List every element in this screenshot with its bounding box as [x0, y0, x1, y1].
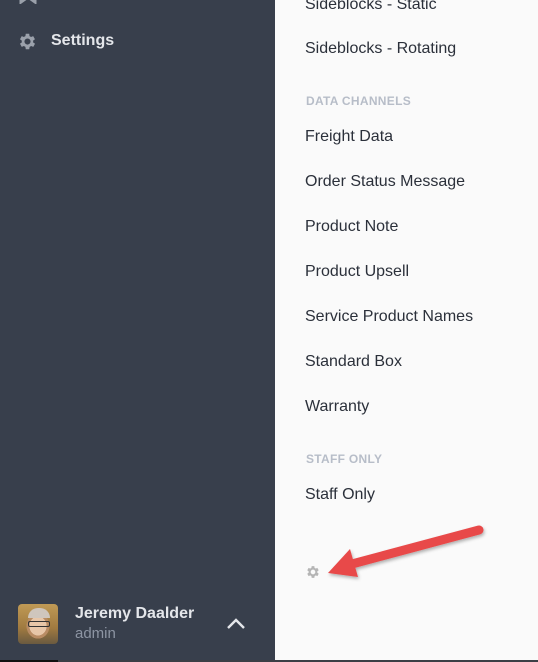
list-item[interactable]: Order Status Message	[305, 173, 465, 191]
chevron-up-icon[interactable]	[226, 616, 246, 630]
content-panel: Sideblocks - Static Sideblocks - Rotatin…	[275, 0, 538, 660]
list-item[interactable]: Warranty	[305, 398, 369, 416]
sidebar: Settings Jeremy Daalder admin	[0, 0, 275, 662]
avatar	[18, 604, 58, 644]
gear-icon	[19, 33, 36, 49]
list-item[interactable]: Product Upsell	[305, 263, 409, 281]
section-title: STAFF ONLY	[306, 452, 383, 466]
user-name: Jeremy Daalder	[75, 605, 195, 622]
list-item[interactable]: Product Note	[305, 218, 398, 236]
sidebar-item-label: Settings	[51, 32, 115, 49]
list-item[interactable]: Freight Data	[305, 128, 393, 146]
user-profile[interactable]: Jeremy Daalder admin	[18, 604, 258, 644]
partial-nav-icon	[19, 0, 37, 4]
list-item[interactable]: Sideblocks - Static	[305, 0, 437, 14]
section-title: DATA CHANNELS	[306, 94, 412, 108]
settings-gear-button[interactable]	[305, 564, 321, 580]
list-item[interactable]: Sideblocks - Rotating	[305, 40, 456, 58]
list-item[interactable]: Standard Box	[305, 353, 402, 371]
user-role: admin	[75, 625, 116, 642]
sidebar-item-settings[interactable]: Settings	[17, 30, 114, 52]
list-item[interactable]: Staff Only	[305, 486, 375, 504]
list-item[interactable]: Service Product Names	[305, 308, 473, 326]
